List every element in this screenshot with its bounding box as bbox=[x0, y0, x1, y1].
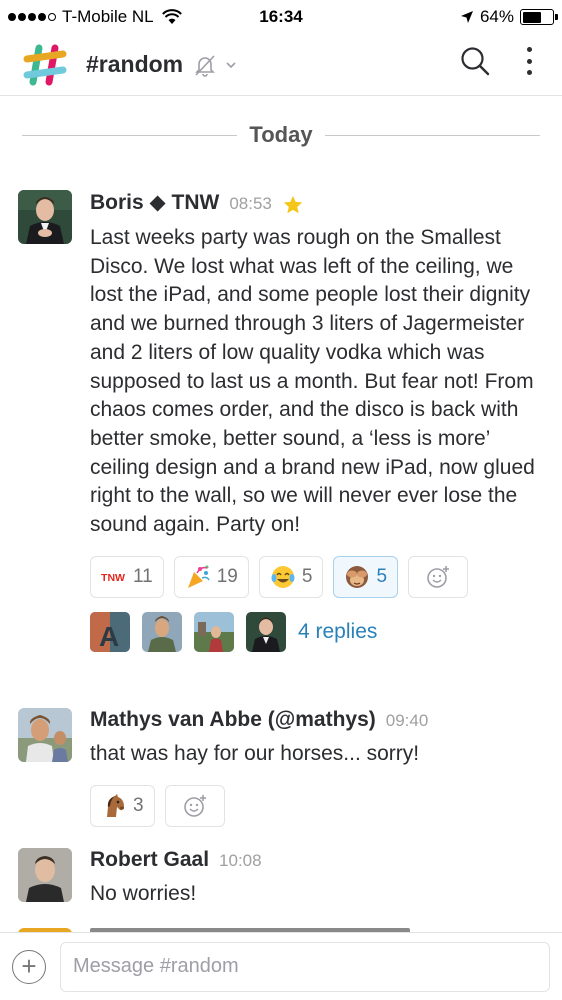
status-bar: T-Mobile NL 16:34 64% bbox=[0, 0, 562, 34]
more-vertical-icon[interactable] bbox=[526, 47, 532, 75]
avatar[interactable] bbox=[18, 848, 72, 902]
day-divider-label: Today bbox=[249, 122, 313, 147]
channel-title[interactable]: #random bbox=[86, 51, 183, 78]
message-input[interactable] bbox=[60, 941, 550, 992]
reaction-count: 19 bbox=[216, 565, 238, 587]
svg-text:TNW: TNW bbox=[101, 572, 125, 584]
message-item[interactable]: Robert Gaal 10:08 No worries! bbox=[18, 848, 548, 909]
reaction-count: 3 bbox=[133, 794, 144, 816]
location-arrow-icon bbox=[460, 11, 473, 23]
party-popper-icon bbox=[185, 564, 211, 590]
message-text: that was hay for our horses... sorry! bbox=[90, 742, 420, 765]
tnw-icon: TNW bbox=[101, 564, 127, 590]
avatar bbox=[246, 611, 286, 652]
message-text: Last weeks party was rough on the Smalle… bbox=[90, 226, 535, 537]
message-item[interactable]: Boris ◆ TNW 08:53 Last weeks party was r… bbox=[18, 190, 548, 652]
reaction-tnw[interactable]: TNW 11 bbox=[90, 555, 164, 598]
reaction-see-no-evil[interactable]: 5 bbox=[333, 555, 399, 598]
add-reaction-icon bbox=[427, 565, 450, 588]
star-icon[interactable] bbox=[282, 194, 304, 216]
avatar[interactable] bbox=[18, 708, 72, 762]
day-divider: Today bbox=[22, 115, 540, 155]
message-item[interactable]: Mathys van Abbe (@mathys) 09:40 that was… bbox=[18, 708, 548, 827]
avatar: A bbox=[90, 611, 130, 652]
add-reaction-button[interactable] bbox=[164, 784, 225, 827]
avatar bbox=[194, 611, 234, 652]
avatar[interactable] bbox=[18, 190, 72, 244]
svg-text:A: A bbox=[99, 621, 119, 652]
add-attachment-icon[interactable]: + bbox=[12, 949, 46, 984]
clock: 16:34 bbox=[259, 7, 303, 26]
timestamp: 10:08 bbox=[219, 851, 262, 870]
reaction-horse[interactable]: 3 bbox=[90, 784, 155, 827]
author-name[interactable]: Robert Gaal bbox=[90, 848, 209, 872]
add-reaction-icon bbox=[183, 794, 206, 817]
message-text: No worries! bbox=[90, 882, 197, 905]
author-name[interactable]: Boris ◆ TNW bbox=[90, 190, 219, 215]
wifi-icon bbox=[161, 9, 182, 24]
thread-replies[interactable]: A 4 replies bbox=[90, 611, 548, 652]
reaction-party-popper[interactable]: 19 bbox=[173, 555, 249, 598]
battery-icon bbox=[520, 9, 558, 25]
timestamp: 08:53 bbox=[229, 194, 272, 213]
horse-icon bbox=[101, 793, 127, 819]
add-reaction-button[interactable] bbox=[408, 555, 469, 598]
battery-percentage: 64% bbox=[479, 7, 514, 26]
slack-logo-icon[interactable] bbox=[22, 42, 68, 88]
joy-icon bbox=[270, 564, 296, 590]
message-composer: + bbox=[0, 932, 562, 1000]
chevron-down-icon[interactable] bbox=[225, 59, 237, 71]
reaction-count: 5 bbox=[376, 565, 388, 587]
reactions-bar: 3 bbox=[90, 784, 548, 827]
reaction-count: 11 bbox=[133, 565, 153, 587]
timestamp: 09:40 bbox=[385, 711, 429, 730]
avatar bbox=[142, 611, 182, 652]
mute-icon bbox=[195, 54, 216, 77]
channel-header: #random bbox=[0, 34, 562, 96]
see-no-evil-monkey-icon bbox=[344, 564, 370, 590]
signal-strength-icon bbox=[8, 13, 56, 21]
search-icon[interactable] bbox=[460, 46, 490, 76]
replies-link[interactable]: 4 replies bbox=[298, 620, 377, 644]
reactions-bar: TNW 11 19 5 5 bbox=[90, 555, 548, 598]
carrier-name: T-Mobile NL bbox=[62, 7, 154, 26]
author-name[interactable]: Mathys van Abbe (@mathys) bbox=[90, 708, 376, 732]
reaction-count: 5 bbox=[301, 565, 313, 587]
reaction-joy[interactable]: 5 bbox=[258, 555, 324, 598]
